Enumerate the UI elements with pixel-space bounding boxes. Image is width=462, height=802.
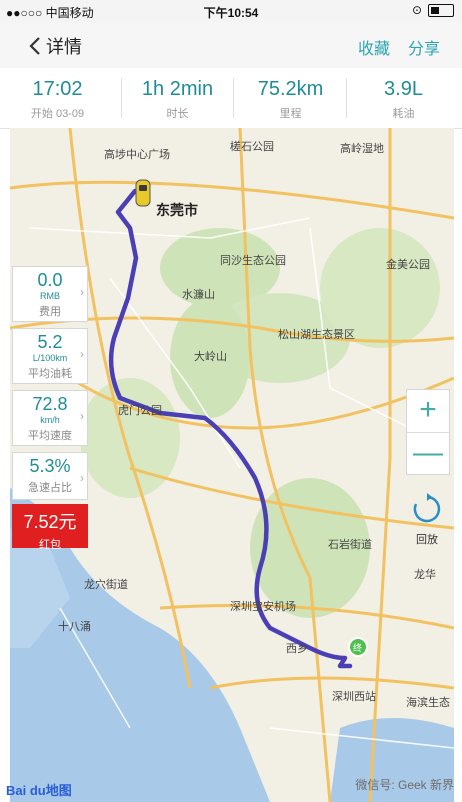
cost-card[interactable]: 0.0 RMB 费用 › [12, 266, 88, 322]
card-value: 72.8 [32, 394, 68, 414]
chevron-left-icon [29, 37, 40, 55]
card-label: 急速占比 [28, 482, 72, 494]
poi-label: 松山湖生态景区 [278, 329, 355, 341]
stat-start-time: 17:02 开始 03-09 [0, 68, 115, 128]
baidu-map-logo: Bai du地图 [6, 783, 72, 798]
stat-value: 75.2km [257, 78, 324, 100]
chevron-right-icon: › [80, 285, 84, 299]
poi-label: 龙穴街道 [84, 579, 128, 591]
destination-marker: 终 [348, 637, 368, 657]
clock: 下午10:54 [203, 6, 259, 20]
chevron-right-icon: › [80, 409, 84, 423]
card-value: 7.52元 [23, 512, 77, 532]
stat-value: 3.9L [384, 78, 423, 100]
card-label: 红包 [39, 539, 61, 551]
card-label: 平均速度 [28, 430, 72, 442]
city-label: 东莞市 [156, 202, 198, 218]
svg-text:终: 终 [353, 642, 362, 654]
page-title: 详情 [46, 37, 82, 57]
poi-label: 高岭湿地 [340, 143, 384, 155]
card-unit: L/100km [32, 353, 68, 363]
chevron-right-icon: › [80, 471, 84, 485]
stat-label: 里程 [279, 108, 302, 120]
card-value: 5.3% [29, 456, 71, 476]
poi-label: 水濂山 [182, 289, 215, 301]
poi-label: 槎石公园 [230, 141, 274, 153]
poi-label: 高埗中心广场 [104, 149, 170, 161]
replay-icon [413, 493, 441, 523]
poi-label: 海滨生态 [406, 697, 450, 709]
status-bar: ●●○○○ 中国移动 下午10:54 ⊙ [0, 0, 462, 22]
poi-label: 虎门公园 [118, 405, 162, 417]
battery-icon [428, 3, 454, 17]
stat-label: 开始 03-09 [30, 108, 85, 120]
replay-label: 回放 [416, 534, 438, 546]
trip-stats: 17:02 开始 03-09 1h 2min 时长 75.2km 里程 3.9L… [0, 68, 462, 129]
poi-label: 深圳西站 [332, 691, 376, 703]
card-unit: km/h [40, 415, 60, 425]
fuel-consumption-card[interactable]: 5.2 L/100km 平均油耗 › [12, 328, 88, 384]
chevron-right-icon: › [80, 347, 84, 361]
stat-fuel: 3.9L 耗油 [346, 68, 461, 128]
poi-label: 龙华 [414, 569, 436, 581]
card-value: 0.0 [37, 270, 63, 290]
poi-label: 深圳宝安机场 [230, 601, 296, 613]
average-speed-card[interactable]: 72.8 km/h 平均速度 › [12, 390, 88, 446]
stat-value: 17:02 [32, 78, 83, 100]
park-area [80, 378, 180, 498]
poi-label: 大岭山 [194, 351, 227, 363]
poi-label: 同沙生态公园 [220, 255, 286, 267]
share-button[interactable]: 分享 [408, 35, 440, 59]
zoom-control: + — [406, 389, 450, 475]
stat-duration: 1h 2min 时长 [120, 68, 235, 128]
zoom-in-button[interactable]: + [407, 390, 449, 432]
poi-label: 西乡 [286, 643, 308, 655]
red-packet-card[interactable]: 7.52元 红包 [12, 504, 88, 551]
status-icons: ⊙ [412, 3, 454, 17]
navigation-bar: 详情 收藏 分享 [0, 22, 462, 69]
replay-button[interactable]: 回放 [404, 492, 450, 554]
poi-label: 十八涌 [58, 621, 91, 633]
stat-label: 时长 [166, 108, 189, 120]
car-start-marker [135, 179, 151, 207]
speeding-ratio-card[interactable]: 5.3% 急速占比 › [12, 452, 88, 500]
poi-label: 石岩街道 [328, 539, 372, 551]
favorite-button[interactable]: 收藏 [358, 35, 390, 59]
wechat-watermark: 微信号: Geek 新界 [355, 778, 454, 792]
orientation-lock-icon: ⊙ [411, 3, 422, 17]
poi-label: 金美公园 [386, 259, 430, 271]
card-unit: RMB [40, 291, 60, 301]
card-label: 平均油耗 [28, 368, 72, 380]
zoom-out-button[interactable]: — [407, 433, 449, 475]
stat-value: 1h 2min [141, 78, 214, 100]
stat-distance: 75.2km 里程 [233, 68, 348, 128]
card-label: 费用 [39, 306, 61, 318]
stat-label: 耗油 [392, 108, 415, 120]
card-value: 5.2 [37, 332, 63, 352]
back-button[interactable]: 详情 [28, 33, 82, 59]
